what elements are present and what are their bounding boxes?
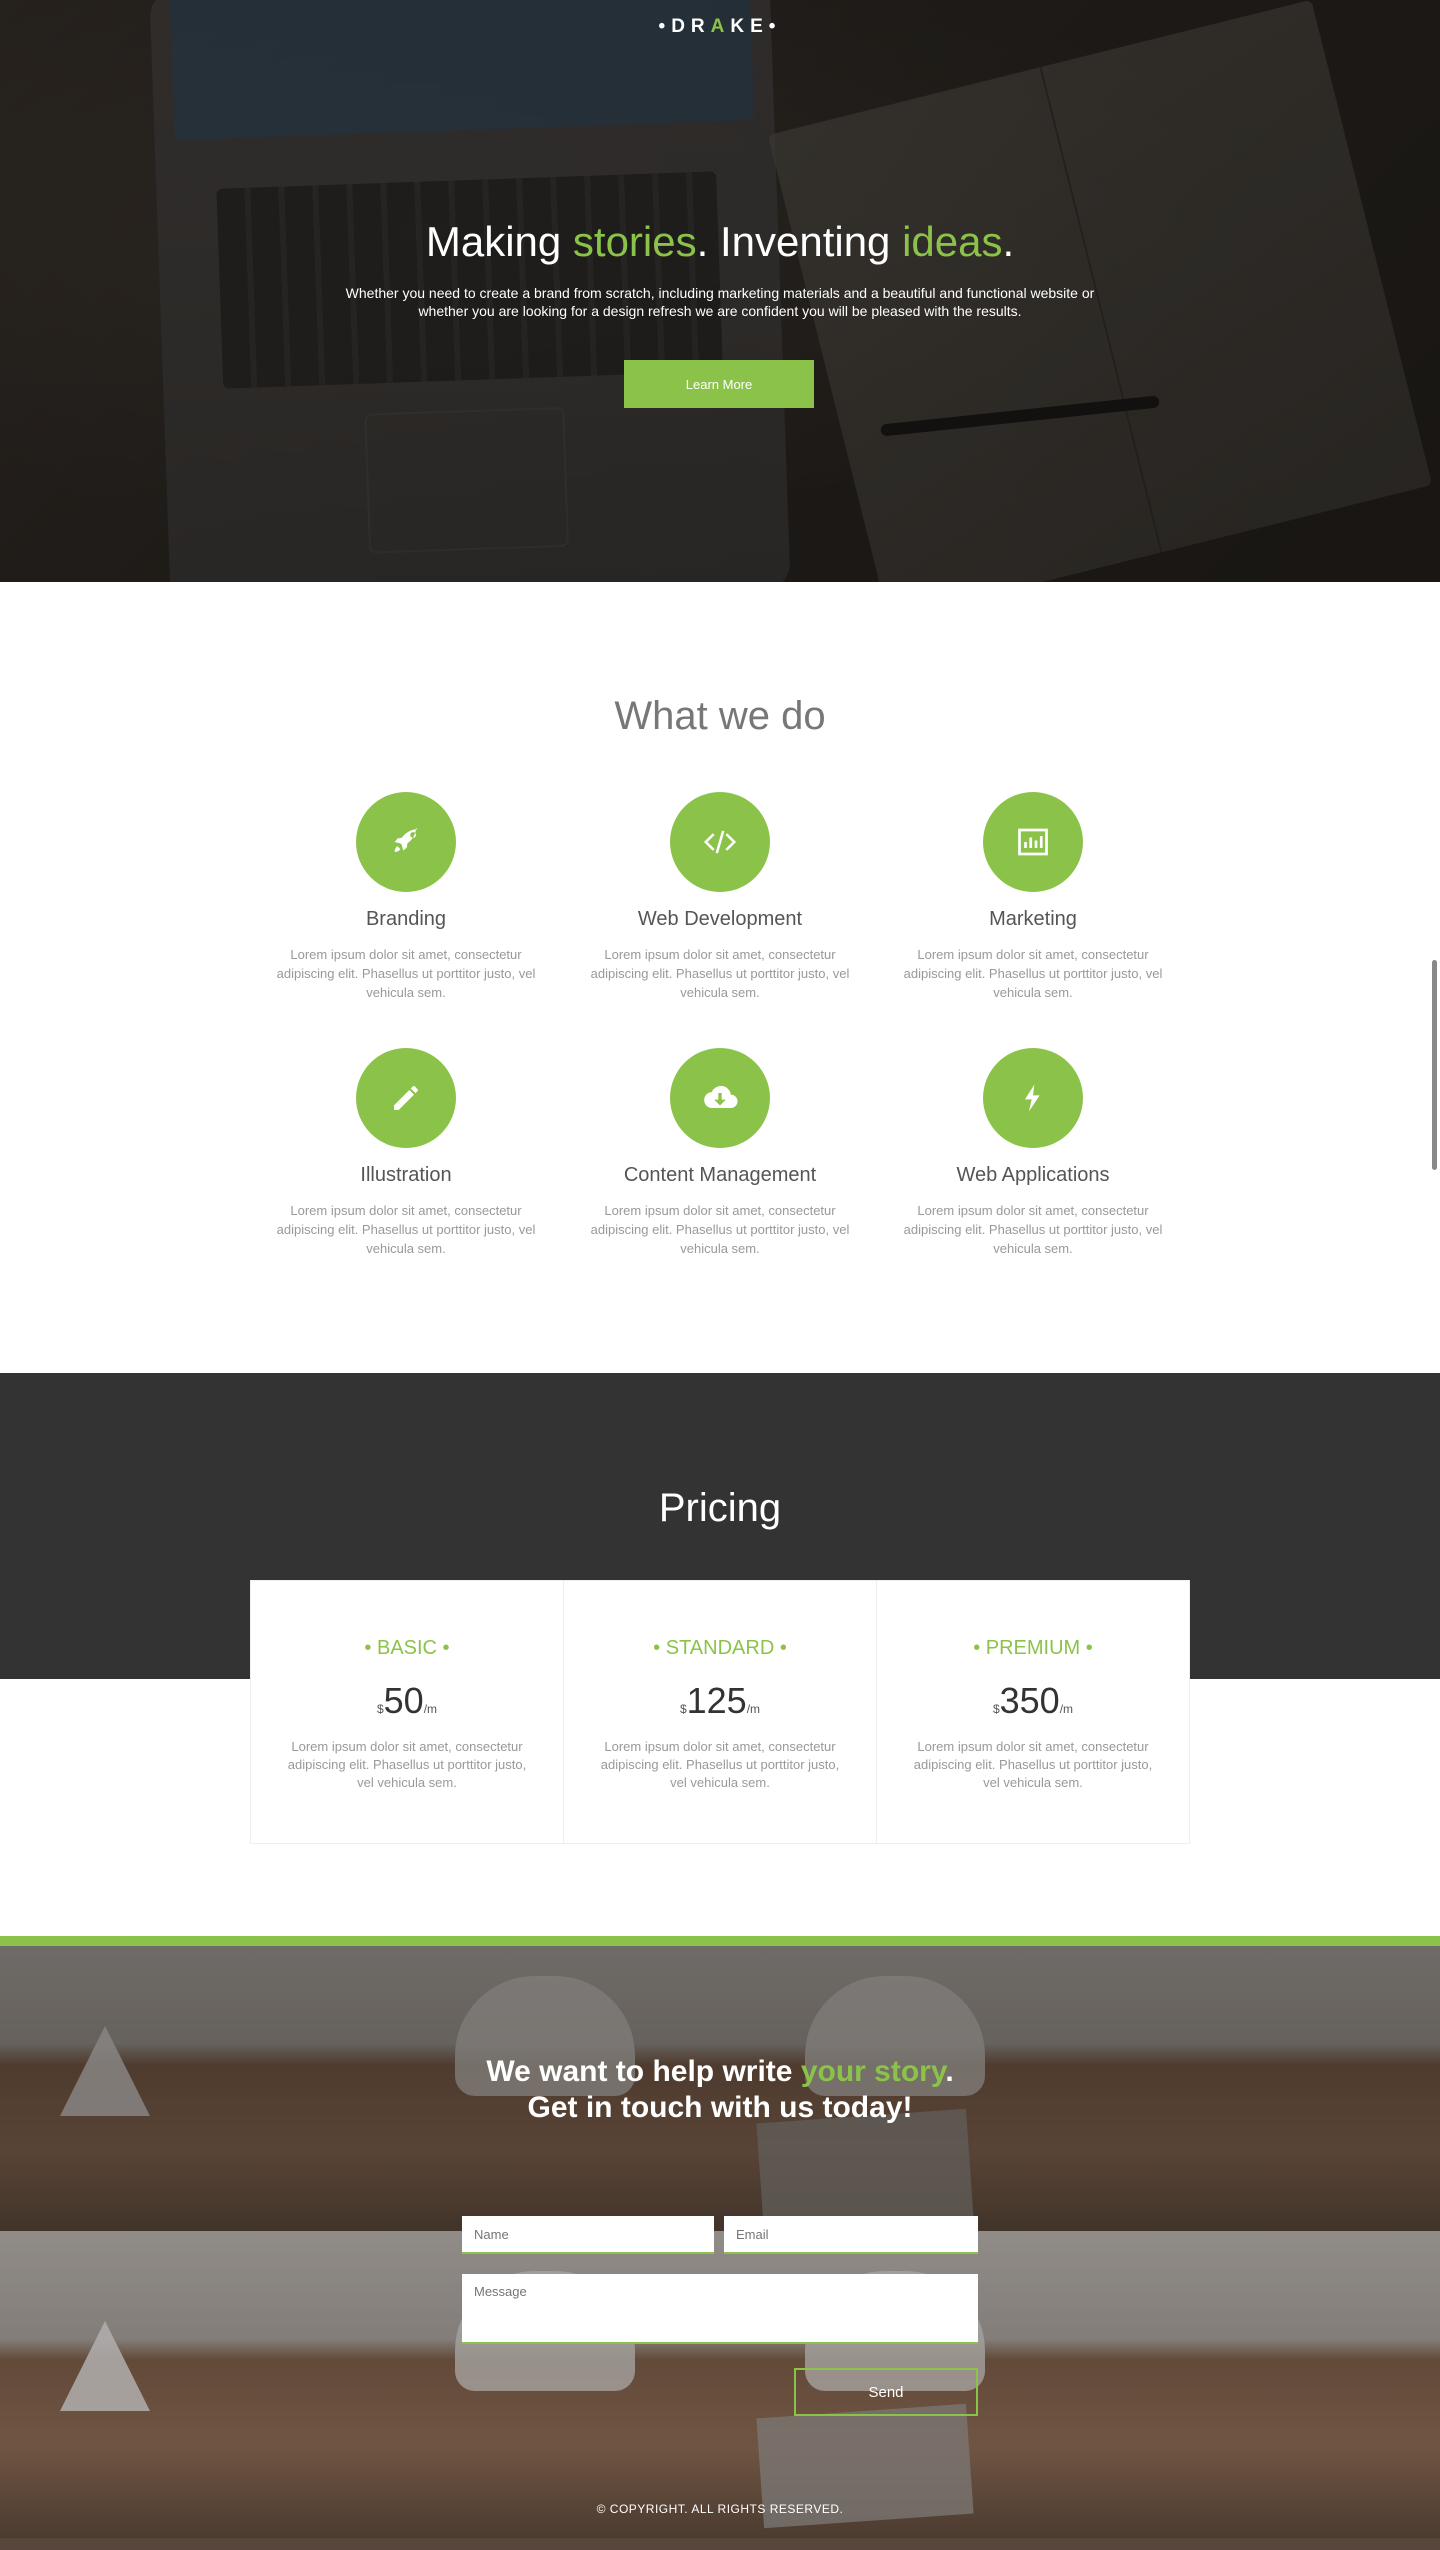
logo-dot: • bbox=[658, 16, 672, 37]
service-name: Branding bbox=[365, 908, 447, 930]
plan-price: $350/m bbox=[877, 1680, 1189, 1722]
plan-amount: 350 bbox=[999, 1680, 1060, 1721]
service-name: Marketing bbox=[989, 908, 1077, 930]
pricing-title: Pricing bbox=[658, 1486, 782, 1530]
contact-title-text: . bbox=[945, 2055, 954, 2088]
contact-title-highlight: your story bbox=[800, 2055, 946, 2088]
plan-amount: 50 bbox=[383, 1680, 424, 1721]
service-description: Lorem ipsum dolor sit amet, consectetur … bbox=[276, 1203, 536, 1256]
plan-amount: 125 bbox=[686, 1680, 747, 1721]
service-description: Lorem ipsum dolor sit amet, consectetur … bbox=[590, 947, 850, 1000]
page-scrollbar[interactable] bbox=[1432, 960, 1437, 1170]
service-name: Web Applications bbox=[956, 1164, 1110, 1186]
hero-title-text: Making bbox=[425, 218, 573, 265]
send-button[interactable]: Send bbox=[794, 2368, 978, 2416]
plan-premium[interactable]: • PREMIUM • $350/m Lorem ipsum dolor sit… bbox=[877, 1581, 1189, 1843]
plan-period: /m bbox=[423, 1702, 438, 1716]
service-content-management: Content Management Lorem ipsum dolor sit… bbox=[580, 1048, 860, 1258]
plan-currency: $ bbox=[679, 1702, 687, 1716]
name-input[interactable] bbox=[462, 2216, 714, 2254]
service-description: Lorem ipsum dolor sit amet, consectetur … bbox=[276, 947, 536, 1000]
code-icon bbox=[670, 792, 770, 892]
service-description: Lorem ipsum dolor sit amet, consectetur … bbox=[590, 1203, 850, 1256]
plan-standard[interactable]: • STANDARD • $125/m Lorem ipsum dolor si… bbox=[564, 1581, 877, 1843]
service-name: Content Management bbox=[623, 1164, 817, 1186]
message-textarea[interactable] bbox=[462, 2274, 978, 2344]
logo-letter: D bbox=[671, 16, 691, 37]
service-branding: Branding Lorem ipsum dolor sit amet, con… bbox=[266, 792, 546, 1002]
bar-chart-icon bbox=[983, 792, 1083, 892]
plan-description: Lorem ipsum dolor sit amet, consectetur … bbox=[913, 1739, 1153, 1790]
service-description: Lorem ipsum dolor sit amet, consectetur … bbox=[903, 947, 1163, 1000]
plan-name: • PREMIUM • bbox=[973, 1637, 1093, 1659]
pricing-table: • BASIC • $50/m Lorem ipsum dolor sit am… bbox=[250, 1580, 1190, 1844]
plan-basic[interactable]: • BASIC • $50/m Lorem ipsum dolor sit am… bbox=[251, 1581, 564, 1843]
contact-title-text: We want to help write bbox=[486, 2055, 801, 2088]
hero-title-highlight: ideas bbox=[902, 218, 1003, 265]
cloud-download-icon bbox=[670, 1048, 770, 1148]
logo-accent-letter: A bbox=[710, 16, 731, 37]
lightning-icon bbox=[983, 1048, 1083, 1148]
hero-title-text: . bbox=[1002, 218, 1015, 265]
service-web-development: Web Development Lorem ipsum dolor sit am… bbox=[580, 792, 860, 1002]
plan-price: $125/m bbox=[564, 1680, 876, 1722]
email-input[interactable] bbox=[724, 2216, 978, 2254]
service-name: Illustration bbox=[360, 1164, 452, 1186]
plan-description: Lorem ipsum dolor sit amet, consectetur … bbox=[287, 1739, 527, 1790]
learn-more-button[interactable]: Learn More bbox=[624, 360, 814, 408]
contact-title: We want to help write your story. Get in… bbox=[0, 2054, 1440, 2126]
service-marketing: Marketing Lorem ipsum dolor sit amet, co… bbox=[893, 792, 1173, 1002]
hero-title-highlight: stories bbox=[572, 218, 697, 265]
plan-description: Lorem ipsum dolor sit amet, consectetur … bbox=[600, 1739, 840, 1790]
hero-title-text: . Inventing bbox=[696, 218, 903, 265]
service-illustration: Illustration Lorem ipsum dolor sit amet,… bbox=[266, 1048, 546, 1258]
copyright-text: © COPYRIGHT. ALL RIGHTS RESERVED. bbox=[596, 2502, 844, 2516]
plan-currency: $ bbox=[992, 1702, 1000, 1716]
contact-accent-bar bbox=[0, 1936, 1440, 1946]
plan-period: /m bbox=[1059, 1702, 1074, 1716]
pencil-icon bbox=[356, 1048, 456, 1148]
plan-name: • BASIC • bbox=[364, 1637, 450, 1659]
hero-section: •DRAKE• Making stories. Inventing ideas.… bbox=[0, 0, 1440, 582]
hero-title: Making stories. Inventing ideas. bbox=[0, 218, 1440, 266]
contact-subtitle: Get in touch with us today! bbox=[527, 2091, 913, 2124]
plan-price: $50/m bbox=[251, 1680, 563, 1722]
logo-dot: • bbox=[768, 16, 782, 37]
service-web-applications: Web Applications Lorem ipsum dolor sit a… bbox=[893, 1048, 1173, 1258]
rocket-icon bbox=[356, 792, 456, 892]
contact-section bbox=[0, 1936, 1440, 2550]
service-description: Lorem ipsum dolor sit amet, consectetur … bbox=[903, 1203, 1163, 1256]
logo-letter: KE bbox=[730, 16, 769, 37]
plan-period: /m bbox=[746, 1702, 761, 1716]
service-name: Web Development bbox=[637, 908, 803, 930]
plan-currency: $ bbox=[376, 1702, 384, 1716]
plan-name: • STANDARD • bbox=[653, 1637, 787, 1659]
brand-logo[interactable]: •DRAKE• bbox=[0, 16, 1440, 38]
hero-subtitle: Whether you need to create a brand from … bbox=[345, 285, 1095, 319]
logo-letter: R bbox=[690, 16, 711, 37]
services-title: What we do bbox=[614, 694, 826, 738]
